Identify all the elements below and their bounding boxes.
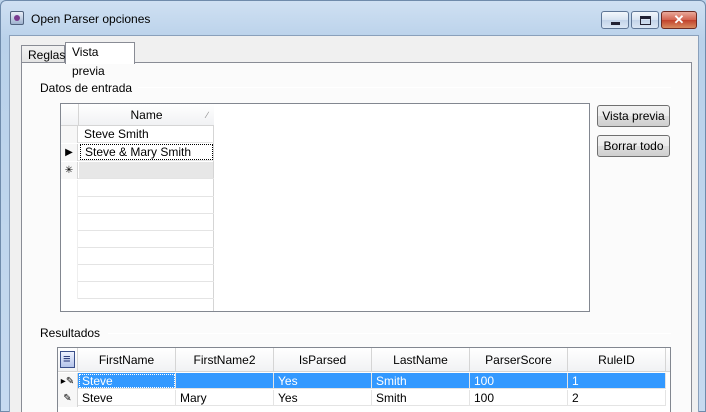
results-grid[interactable]: FirstName FirstName2 IsParsed LastName P… bbox=[57, 347, 671, 412]
name-cell[interactable]: Steve & Mary Smith bbox=[80, 144, 213, 160]
current-row-indicator[interactable]: ▶ bbox=[61, 144, 78, 161]
row-edit-indicator[interactable]: ▸✎ bbox=[58, 373, 78, 390]
row-indicator[interactable] bbox=[61, 126, 78, 143]
minimize-button[interactable] bbox=[601, 11, 629, 29]
empty-row bbox=[61, 231, 214, 248]
col-header-firstname[interactable]: FirstName bbox=[78, 348, 176, 372]
row-indicator bbox=[61, 180, 78, 197]
window-title: Open Parser opciones bbox=[31, 12, 151, 26]
new-row-indicator[interactable]: ✳ bbox=[61, 162, 78, 179]
input-row[interactable]: ▶ Steve & Mary Smith bbox=[61, 144, 214, 161]
app-icon bbox=[10, 11, 24, 25]
col-header-lastname[interactable]: LastName bbox=[372, 348, 470, 372]
tab-panel-vista-previa: Datos de entrada Name ∕ Steve Smith ▶ St… bbox=[21, 62, 692, 412]
column-chooser-icon bbox=[60, 351, 75, 368]
minimize-icon bbox=[611, 22, 620, 25]
preview-button[interactable]: Vista previa bbox=[597, 105, 670, 127]
ruleid-cell[interactable]: 2 bbox=[568, 390, 666, 406]
col-header-parserscore[interactable]: ParserScore bbox=[470, 348, 568, 372]
row-indicator bbox=[61, 231, 78, 248]
new-input-row[interactable]: ✳ bbox=[61, 162, 214, 179]
name-column-header[interactable]: Name ∕ bbox=[78, 104, 214, 126]
results-group-divider bbox=[108, 333, 671, 334]
empty-row bbox=[61, 282, 214, 299]
firstname2-cell[interactable]: Mary bbox=[176, 390, 274, 406]
ruleid-cell[interactable]: 1 bbox=[568, 373, 666, 389]
col-header-isparsed[interactable]: IsParsed bbox=[274, 348, 372, 372]
name-column-label: Name bbox=[130, 108, 163, 122]
col-header-firstname2[interactable]: FirstName2 bbox=[176, 348, 274, 372]
lastname-cell[interactable]: Smith bbox=[372, 390, 470, 406]
input-grid[interactable]: Name ∕ Steve Smith ▶ Steve & Mary Smith … bbox=[60, 103, 590, 312]
results-header-row: FirstName FirstName2 IsParsed LastName P… bbox=[58, 348, 670, 372]
results-row[interactable]: ▸✎ Steve Yes Smith 100 1 bbox=[58, 373, 670, 390]
sort-icon: ∕ bbox=[206, 110, 208, 120]
name-cell[interactable]: Steve Smith bbox=[79, 126, 213, 142]
input-group-divider bbox=[134, 87, 671, 88]
empty-row bbox=[61, 248, 214, 265]
col-header-ruleid[interactable]: RuleID bbox=[568, 348, 666, 372]
grid-corner bbox=[61, 104, 78, 126]
input-row[interactable]: Steve Smith bbox=[61, 126, 214, 143]
isparsed-cell[interactable]: Yes bbox=[274, 390, 372, 406]
name-cell[interactable] bbox=[79, 162, 213, 178]
empty-row bbox=[61, 180, 214, 197]
firstname-cell[interactable]: Steve bbox=[78, 390, 176, 406]
lastname-cell[interactable]: Smith bbox=[372, 373, 470, 389]
input-group-label: Datos de entrada bbox=[40, 81, 139, 95]
maximize-icon bbox=[640, 16, 651, 25]
dialog-client-area: Reglas Vista previa Datos de entrada Nam… bbox=[9, 35, 699, 412]
results-row[interactable]: ✎ Steve Mary Yes Smith 100 2 bbox=[58, 390, 670, 407]
column-chooser[interactable] bbox=[58, 348, 78, 372]
tab-reglas[interactable]: Reglas bbox=[21, 45, 65, 63]
title-bar[interactable]: Open Parser opciones ✕ bbox=[1, 1, 705, 35]
row-indicator bbox=[61, 265, 78, 282]
row-indicator bbox=[61, 197, 78, 214]
tab-vista-previa[interactable]: Vista previa bbox=[65, 42, 135, 78]
firstname-cell[interactable]: Steve bbox=[78, 373, 176, 389]
row-indicator bbox=[61, 282, 78, 299]
options-window: Open Parser opciones ✕ Reglas Vista prev… bbox=[0, 0, 706, 412]
clear-all-button[interactable]: Borrar todo bbox=[597, 135, 670, 157]
parserscore-cell[interactable]: 100 bbox=[470, 390, 568, 406]
firstname2-cell[interactable] bbox=[176, 373, 274, 389]
row-indicator bbox=[61, 214, 78, 231]
parserscore-cell[interactable]: 100 bbox=[470, 373, 568, 389]
close-icon: ✕ bbox=[673, 12, 685, 27]
empty-row bbox=[61, 265, 214, 282]
isparsed-cell[interactable]: Yes bbox=[274, 373, 372, 389]
close-button[interactable]: ✕ bbox=[661, 11, 697, 29]
maximize-button[interactable] bbox=[631, 11, 659, 29]
row-edit-indicator[interactable]: ✎ bbox=[58, 390, 78, 407]
row-indicator bbox=[61, 248, 78, 265]
empty-row bbox=[61, 214, 214, 231]
results-group-label: Resultados bbox=[40, 326, 107, 340]
empty-row bbox=[61, 197, 214, 214]
input-grid-column: Name ∕ Steve Smith ▶ Steve & Mary Smith … bbox=[61, 104, 214, 311]
